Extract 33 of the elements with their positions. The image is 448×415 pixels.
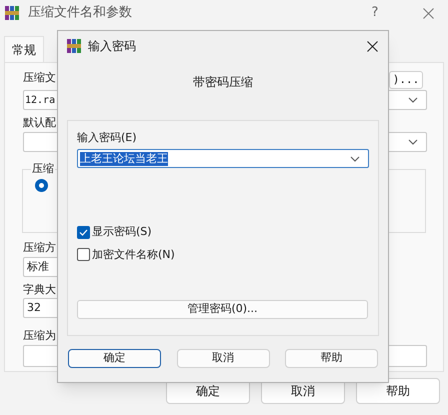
checkbox-label: 加密文件名称(N) (92, 246, 175, 262)
field-value: 12.ra (25, 94, 56, 108)
radio-button[interactable] (35, 179, 48, 192)
field-label: 压缩文 (23, 71, 56, 85)
field-label: 默认配 (23, 116, 56, 130)
chevron-down-icon (408, 139, 418, 145)
chevron-down-icon (350, 156, 360, 162)
dropdown-field[interactable] (387, 345, 427, 367)
dialog-button[interactable]: 确定 (68, 349, 161, 368)
dialog-button[interactable]: 帮助 (285, 349, 378, 368)
help-button[interactable]: ? (355, 3, 395, 23)
dialog-button[interactable]: 帮助 (356, 378, 440, 404)
close-icon[interactable] (367, 40, 378, 52)
dialog-button[interactable]: 取消 (176, 349, 270, 368)
window-title: 压缩文件名和参数 (28, 4, 133, 22)
chevron-down-icon (408, 97, 418, 103)
archive-books-icon (66, 38, 82, 54)
browse-button[interactable]: )... (389, 71, 423, 89)
field-label: 压缩方 (23, 241, 56, 255)
field-label: 输入密码(E) (77, 131, 138, 145)
dialog-heading: 带密码压缩 (193, 74, 253, 91)
field-label: 压缩 (31, 162, 55, 176)
checkbox-label: 显示密码(S) (92, 224, 152, 240)
field-value: 上老王论坛当老王 (80, 152, 168, 166)
field-label: 压缩为 (23, 329, 56, 343)
password-field[interactable]: 上老王论坛当老王 (77, 149, 369, 168)
checkbox[interactable] (77, 226, 90, 239)
field-label: 字典大 (23, 283, 56, 297)
dialog-title: 输入密码 (88, 38, 137, 55)
archive-books-icon (4, 5, 20, 21)
manage-passwords-button[interactable]: 管理密码(0)... (77, 300, 368, 319)
checkbox[interactable] (77, 248, 90, 262)
tab[interactable]: 常规 (4, 36, 44, 62)
